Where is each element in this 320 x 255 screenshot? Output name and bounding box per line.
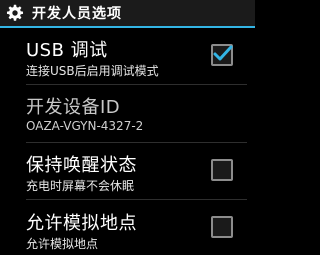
stay-awake-title: 保持唤醒状态 bbox=[26, 155, 137, 176]
usb-debugging-checkbox[interactable] bbox=[211, 44, 233, 66]
device-id-value: OAZA-VGYN-4327-2 bbox=[26, 119, 144, 133]
settings-list: USB 调试 连接USB后启用调试模式 开发设备ID OAZA-VGYN-432… bbox=[0, 28, 255, 255]
usb-debugging-title: USB 调试 bbox=[26, 40, 108, 61]
gear-icon[interactable] bbox=[4, 2, 26, 24]
stay-awake-subtitle: 充电时屏幕不会休眠 bbox=[26, 179, 135, 193]
stay-awake-checkbox[interactable] bbox=[211, 159, 233, 181]
stay-awake-row[interactable]: 保持唤醒状态 充电时屏幕不会休眠 bbox=[0, 143, 255, 200]
device-id-title: 开发设备ID bbox=[26, 97, 121, 118]
mock-location-title: 允许模拟地点 bbox=[26, 213, 137, 234]
checkmark-icon bbox=[213, 45, 233, 61]
usb-debugging-subtitle: 连接USB后启用调试模式 bbox=[26, 64, 159, 78]
page-title: 开发人员选项 bbox=[32, 6, 122, 22]
usb-debugging-row[interactable]: USB 调试 连接USB后启用调试模式 bbox=[0, 28, 255, 85]
device-id-row: 开发设备ID OAZA-VGYN-4327-2 bbox=[0, 85, 255, 143]
mock-location-checkbox[interactable] bbox=[211, 216, 233, 238]
mock-location-subtitle: 允许模拟地点 bbox=[26, 237, 99, 251]
action-bar: 开发人员选项 bbox=[0, 0, 255, 26]
mock-location-row[interactable]: 允许模拟地点 允许模拟地点 bbox=[0, 200, 255, 255]
